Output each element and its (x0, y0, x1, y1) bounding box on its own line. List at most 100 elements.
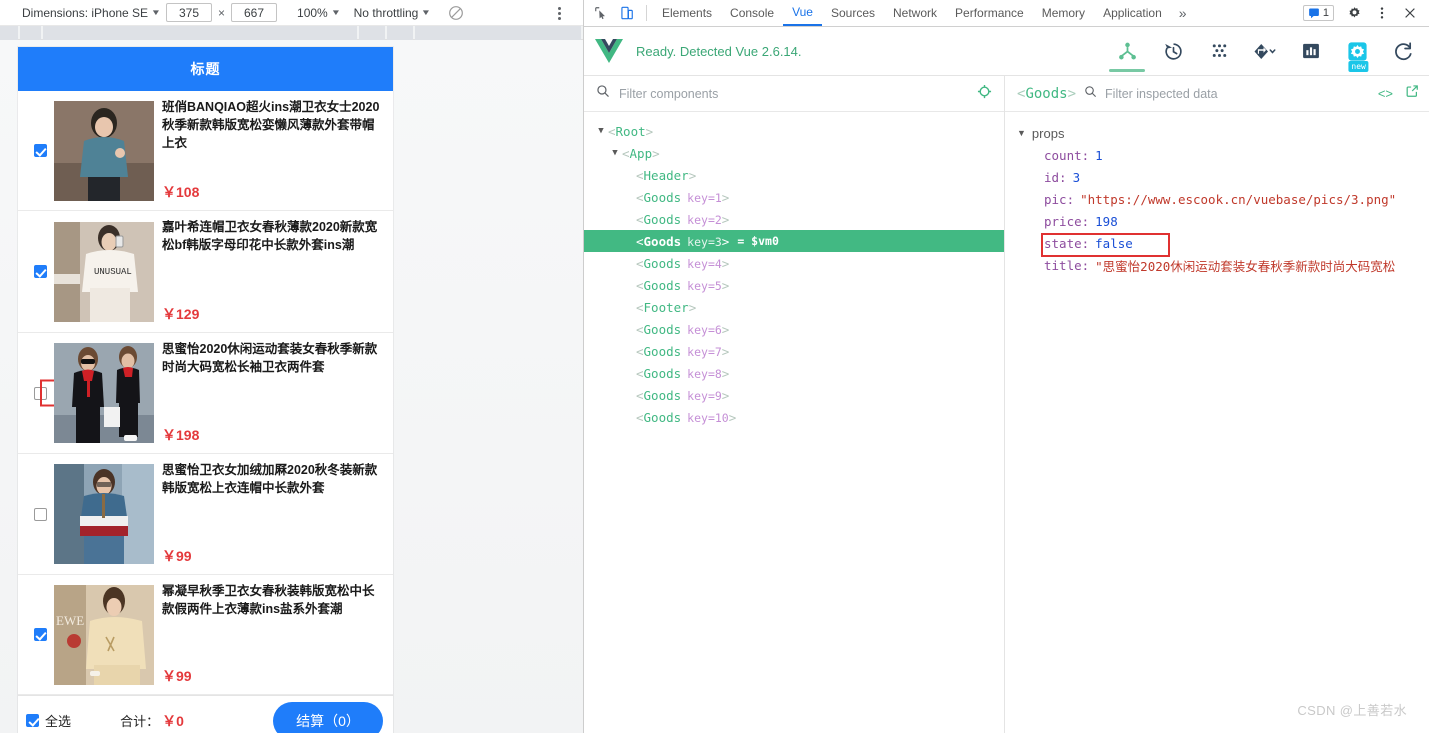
components-tool-icon[interactable] (1109, 30, 1145, 72)
chevron-down-icon[interactable]: ▼ (594, 126, 608, 136)
goods-checkbox[interactable] (33, 507, 47, 521)
inspector-header: <Goods> <> (1005, 76, 1429, 112)
tab-vue[interactable]: Vue (783, 0, 822, 26)
viewport-height-input[interactable] (231, 3, 278, 22)
component-tree-node[interactable]: <Goods key=8> (584, 362, 1004, 384)
devtools-toolbar-right: 1 (1302, 1, 1429, 26)
tab-performance[interactable]: Performance (946, 0, 1033, 26)
goods-checkbox[interactable] (33, 144, 47, 157)
prop-row[interactable]: price: 198 (1017, 210, 1429, 232)
timeline-tool-icon[interactable] (1161, 30, 1185, 72)
component-tree-node[interactable]: ▼ <App> (584, 142, 1004, 164)
goods-price: ￥99 (162, 668, 192, 684)
goods-list-item[interactable]: EWE 幂凝早秋季卫衣女春秋装韩版宽松中长款假两件上衣薄款ins盐系外套潮 ￥9… (18, 575, 393, 695)
more-tabs-icon[interactable]: » (1171, 5, 1195, 21)
performance-tool-icon[interactable] (1299, 30, 1323, 72)
no-throttling-icon[interactable] (448, 5, 464, 21)
component-tag: <Goods key=3> (636, 233, 730, 249)
goods-list-item[interactable]: 思蜜怡2020休闲运动套装女春秋季新款时尚大码宽松长袖卫衣两件套 ￥198 (18, 333, 393, 454)
inspect-element-icon[interactable] (588, 1, 614, 26)
goods-checkbox[interactable] (33, 386, 47, 400)
prop-value[interactable]: 3 (1073, 170, 1081, 185)
tab-application[interactable]: Application (1094, 0, 1171, 26)
component-tree-node[interactable]: <Goods key=3> = $vm0 (584, 230, 1004, 252)
component-tree-node[interactable]: <Goods key=2> (584, 208, 1004, 230)
throttling-selector[interactable]: No throttling ▼ (354, 6, 432, 20)
goods-checkbox[interactable] (33, 628, 47, 641)
component-tree-node[interactable]: ▼ <Root> (584, 120, 1004, 142)
issues-badge[interactable]: 1 (1302, 5, 1334, 21)
prop-row[interactable]: pic: "https://www.escook.cn/vuebase/pics/… (1017, 188, 1429, 210)
prop-row[interactable]: id: 3 (1017, 166, 1429, 188)
component-tag: <App> (622, 145, 660, 161)
cart-total: 合计： ￥0 (71, 711, 273, 731)
vuex-tool-icon[interactable] (1207, 30, 1231, 72)
component-tree-node[interactable]: <Footer> (584, 296, 1004, 318)
component-filter-input[interactable] (619, 86, 968, 101)
prop-value[interactable]: "https://www.escook.cn/vuebase/pics/3.pn… (1080, 192, 1396, 207)
device-toolbar-more-options-icon[interactable] (551, 4, 567, 22)
goods-checkbox-wrap[interactable] (26, 507, 54, 521)
select-all-checkbox[interactable] (26, 714, 39, 727)
prop-key: state: (1044, 235, 1090, 251)
component-filter-row (584, 76, 1004, 112)
code-brackets-icon[interactable]: <> (1374, 86, 1397, 101)
open-in-editor-icon[interactable] (1405, 84, 1419, 103)
tab-elements[interactable]: Elements (653, 0, 721, 26)
component-key: key=3 (687, 234, 722, 249)
prop-value[interactable]: 198 (1095, 214, 1118, 229)
prop-row[interactable]: state: false (1017, 232, 1429, 257)
tab-sources[interactable]: Sources (822, 0, 884, 26)
ruler-segment (19, 26, 41, 40)
goods-checkbox-wrap[interactable] (26, 386, 54, 400)
goods-thumbnail (54, 100, 154, 201)
close-devtools-icon[interactable] (1397, 1, 1423, 26)
component-tree-node[interactable]: <Goods key=6> (584, 318, 1004, 340)
vue-status-text: Ready. Detected Vue 2.6.14. (636, 43, 802, 59)
goods-list-item[interactable]: 思蜜怡卫衣女加绒加厤2020秋冬装新款韩版宽松上衣连帽中长款外套 ￥99 (18, 454, 393, 575)
goods-list-item[interactable]: 班俏BANQIAO超火ins潮卫衣女士2020秋季新款韩版宽松娈懒风薄款外套带帽… (18, 91, 393, 211)
tab-console[interactable]: Console (721, 0, 783, 26)
dimension-separator: × (218, 5, 226, 20)
prop-row[interactable]: count: 1 (1017, 144, 1429, 166)
goods-checkbox-wrap[interactable] (26, 265, 54, 278)
props-group-header[interactable]: ▼ props (1017, 122, 1429, 144)
inspected-data-filter-input[interactable] (1105, 86, 1366, 101)
goods-checkbox-wrap[interactable] (26, 628, 54, 641)
goods-checkbox-wrap[interactable] (26, 144, 54, 157)
prop-value[interactable]: "思蜜怡2020休闲运动套装女春秋季新款时尚大码宽松 (1095, 256, 1395, 275)
routing-tool-icon[interactable] (1253, 30, 1277, 72)
component-tree-node[interactable]: <Goods key=4> (584, 252, 1004, 274)
device-dimensions-selector[interactable]: Dimensions: iPhone SE ▼ (22, 6, 161, 20)
prop-row[interactable]: title: "思蜜怡2020休闲运动套装女春秋季新款时尚大码宽松 (1017, 254, 1429, 276)
goods-list-item[interactable]: UNUSUAL 嘉叶希连帽卫衣女春秋薄款2020新款宽松bf韩版字母印花中长款外… (18, 211, 393, 333)
ruler-segment (42, 26, 357, 40)
select-component-target-icon[interactable] (977, 84, 992, 104)
devtools-more-options-icon[interactable] (1369, 1, 1395, 26)
chevron-down-icon[interactable]: ▼ (608, 148, 622, 158)
tab-memory[interactable]: Memory (1033, 0, 1094, 26)
refresh-tool-icon[interactable] (1391, 30, 1415, 72)
component-tag: <Goods key=2> (636, 211, 730, 227)
goods-checkbox[interactable] (33, 265, 47, 278)
goods-title: 思蜜怡卫衣女加绒加厤2020秋冬装新款韩版宽松上衣连帽中长款外套 (162, 463, 378, 495)
goods-title: 思蜜怡2020休闲运动套装女春秋季新款时尚大码宽松长袖卫衣两件套 (162, 342, 378, 374)
toggle-device-toolbar-icon[interactable] (614, 1, 640, 26)
settings-tool-icon[interactable]: new (1345, 30, 1369, 72)
zoom-selector[interactable]: 100% ▼ (297, 6, 341, 20)
component-tree-node[interactable]: <Goods key=5> (584, 274, 1004, 296)
prop-value[interactable]: false (1095, 236, 1133, 251)
component-tree-node[interactable]: <Header> (584, 164, 1004, 186)
component-tree-node[interactable]: <Goods key=1> (584, 186, 1004, 208)
component-tree-node[interactable]: <Goods key=9> (584, 384, 1004, 406)
viewport-width-input[interactable] (166, 3, 212, 22)
component-tree-node[interactable]: <Goods key=7> (584, 340, 1004, 362)
goods-info: 班俏BANQIAO超火ins潮卫衣女士2020秋季新款韩版宽松娈懒风薄款外套带帽… (162, 99, 389, 202)
cart-footer: 全选 合计： ￥0 结算（0） (18, 695, 393, 733)
select-all-control[interactable]: 全选 (26, 711, 71, 730)
component-tree-node[interactable]: <Goods key=10> (584, 406, 1004, 428)
settings-gear-icon[interactable] (1341, 1, 1367, 26)
checkout-button[interactable]: 结算（0） (273, 701, 383, 733)
tab-network[interactable]: Network (884, 0, 946, 26)
prop-value[interactable]: 1 (1095, 148, 1103, 163)
